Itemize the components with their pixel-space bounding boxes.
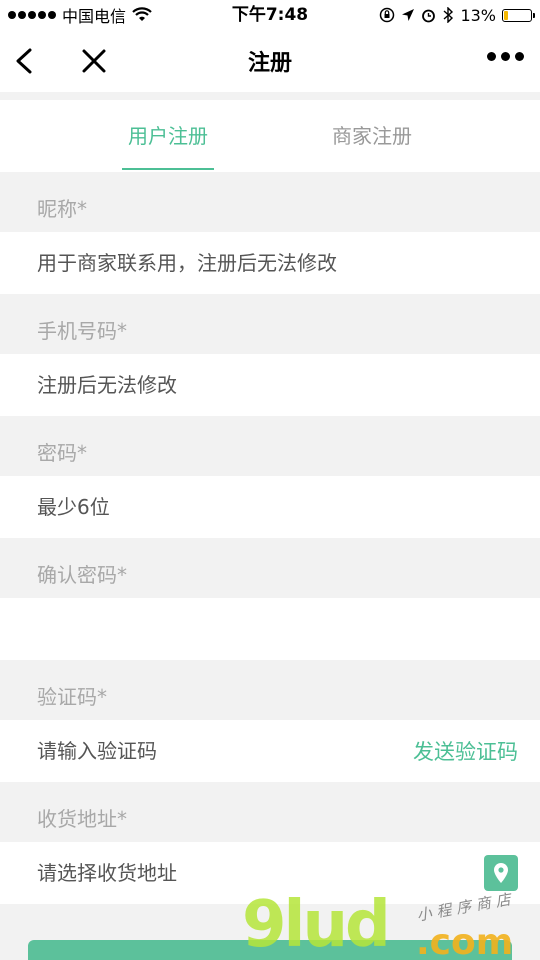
nav-bar: 注册 bbox=[0, 30, 540, 92]
more-options-icon[interactable] bbox=[487, 52, 524, 61]
nickname-row bbox=[0, 232, 540, 294]
phone-input[interactable] bbox=[37, 373, 518, 397]
address-input[interactable] bbox=[37, 861, 484, 885]
location-pin-icon[interactable] bbox=[484, 855, 518, 891]
phone-row bbox=[0, 354, 540, 416]
back-arrow-icon[interactable] bbox=[10, 44, 40, 78]
verification-code-row: 发送验证码 bbox=[0, 720, 540, 782]
alarm-icon bbox=[422, 9, 436, 22]
wifi-icon bbox=[132, 7, 152, 21]
nickname-input[interactable] bbox=[37, 251, 518, 275]
status-left: 中国电信 bbox=[8, 3, 152, 27]
confirm-password-label: 确认密码* bbox=[37, 563, 127, 587]
nickname-label: 昵称* bbox=[37, 197, 87, 221]
password-input[interactable] bbox=[37, 495, 518, 519]
phone-label: 手机号码* bbox=[37, 319, 127, 343]
confirm-password-row bbox=[0, 598, 540, 660]
register-tabs: 用户注册 商家注册 bbox=[0, 100, 540, 172]
tab-user-register[interactable]: 用户注册 bbox=[68, 100, 268, 172]
status-bar: 中国电信 下午7:48 13% bbox=[0, 0, 540, 30]
submit-button[interactable] bbox=[28, 940, 512, 960]
verification-code-input[interactable] bbox=[37, 739, 413, 763]
address-label: 收货地址* bbox=[37, 807, 127, 831]
orientation-lock-icon bbox=[380, 7, 395, 23]
battery-percent: 13% bbox=[460, 5, 496, 25]
battery-icon bbox=[502, 8, 535, 22]
location-arrow-icon bbox=[402, 9, 415, 21]
signal-strength-icon bbox=[8, 11, 56, 19]
status-right: 13% bbox=[379, 5, 535, 25]
carrier-name: 中国电信 bbox=[62, 7, 127, 26]
tab-merchant-register[interactable]: 商家注册 bbox=[272, 100, 472, 172]
close-icon[interactable] bbox=[78, 44, 110, 78]
address-row[interactable] bbox=[0, 842, 540, 904]
active-tab-indicator bbox=[122, 168, 214, 170]
confirm-password-input[interactable] bbox=[37, 617, 518, 641]
send-code-button[interactable]: 发送验证码 bbox=[413, 736, 518, 766]
password-label: 密码* bbox=[37, 441, 87, 465]
verification-code-label: 验证码* bbox=[37, 685, 107, 709]
bluetooth-icon bbox=[443, 7, 454, 23]
password-row bbox=[0, 476, 540, 538]
